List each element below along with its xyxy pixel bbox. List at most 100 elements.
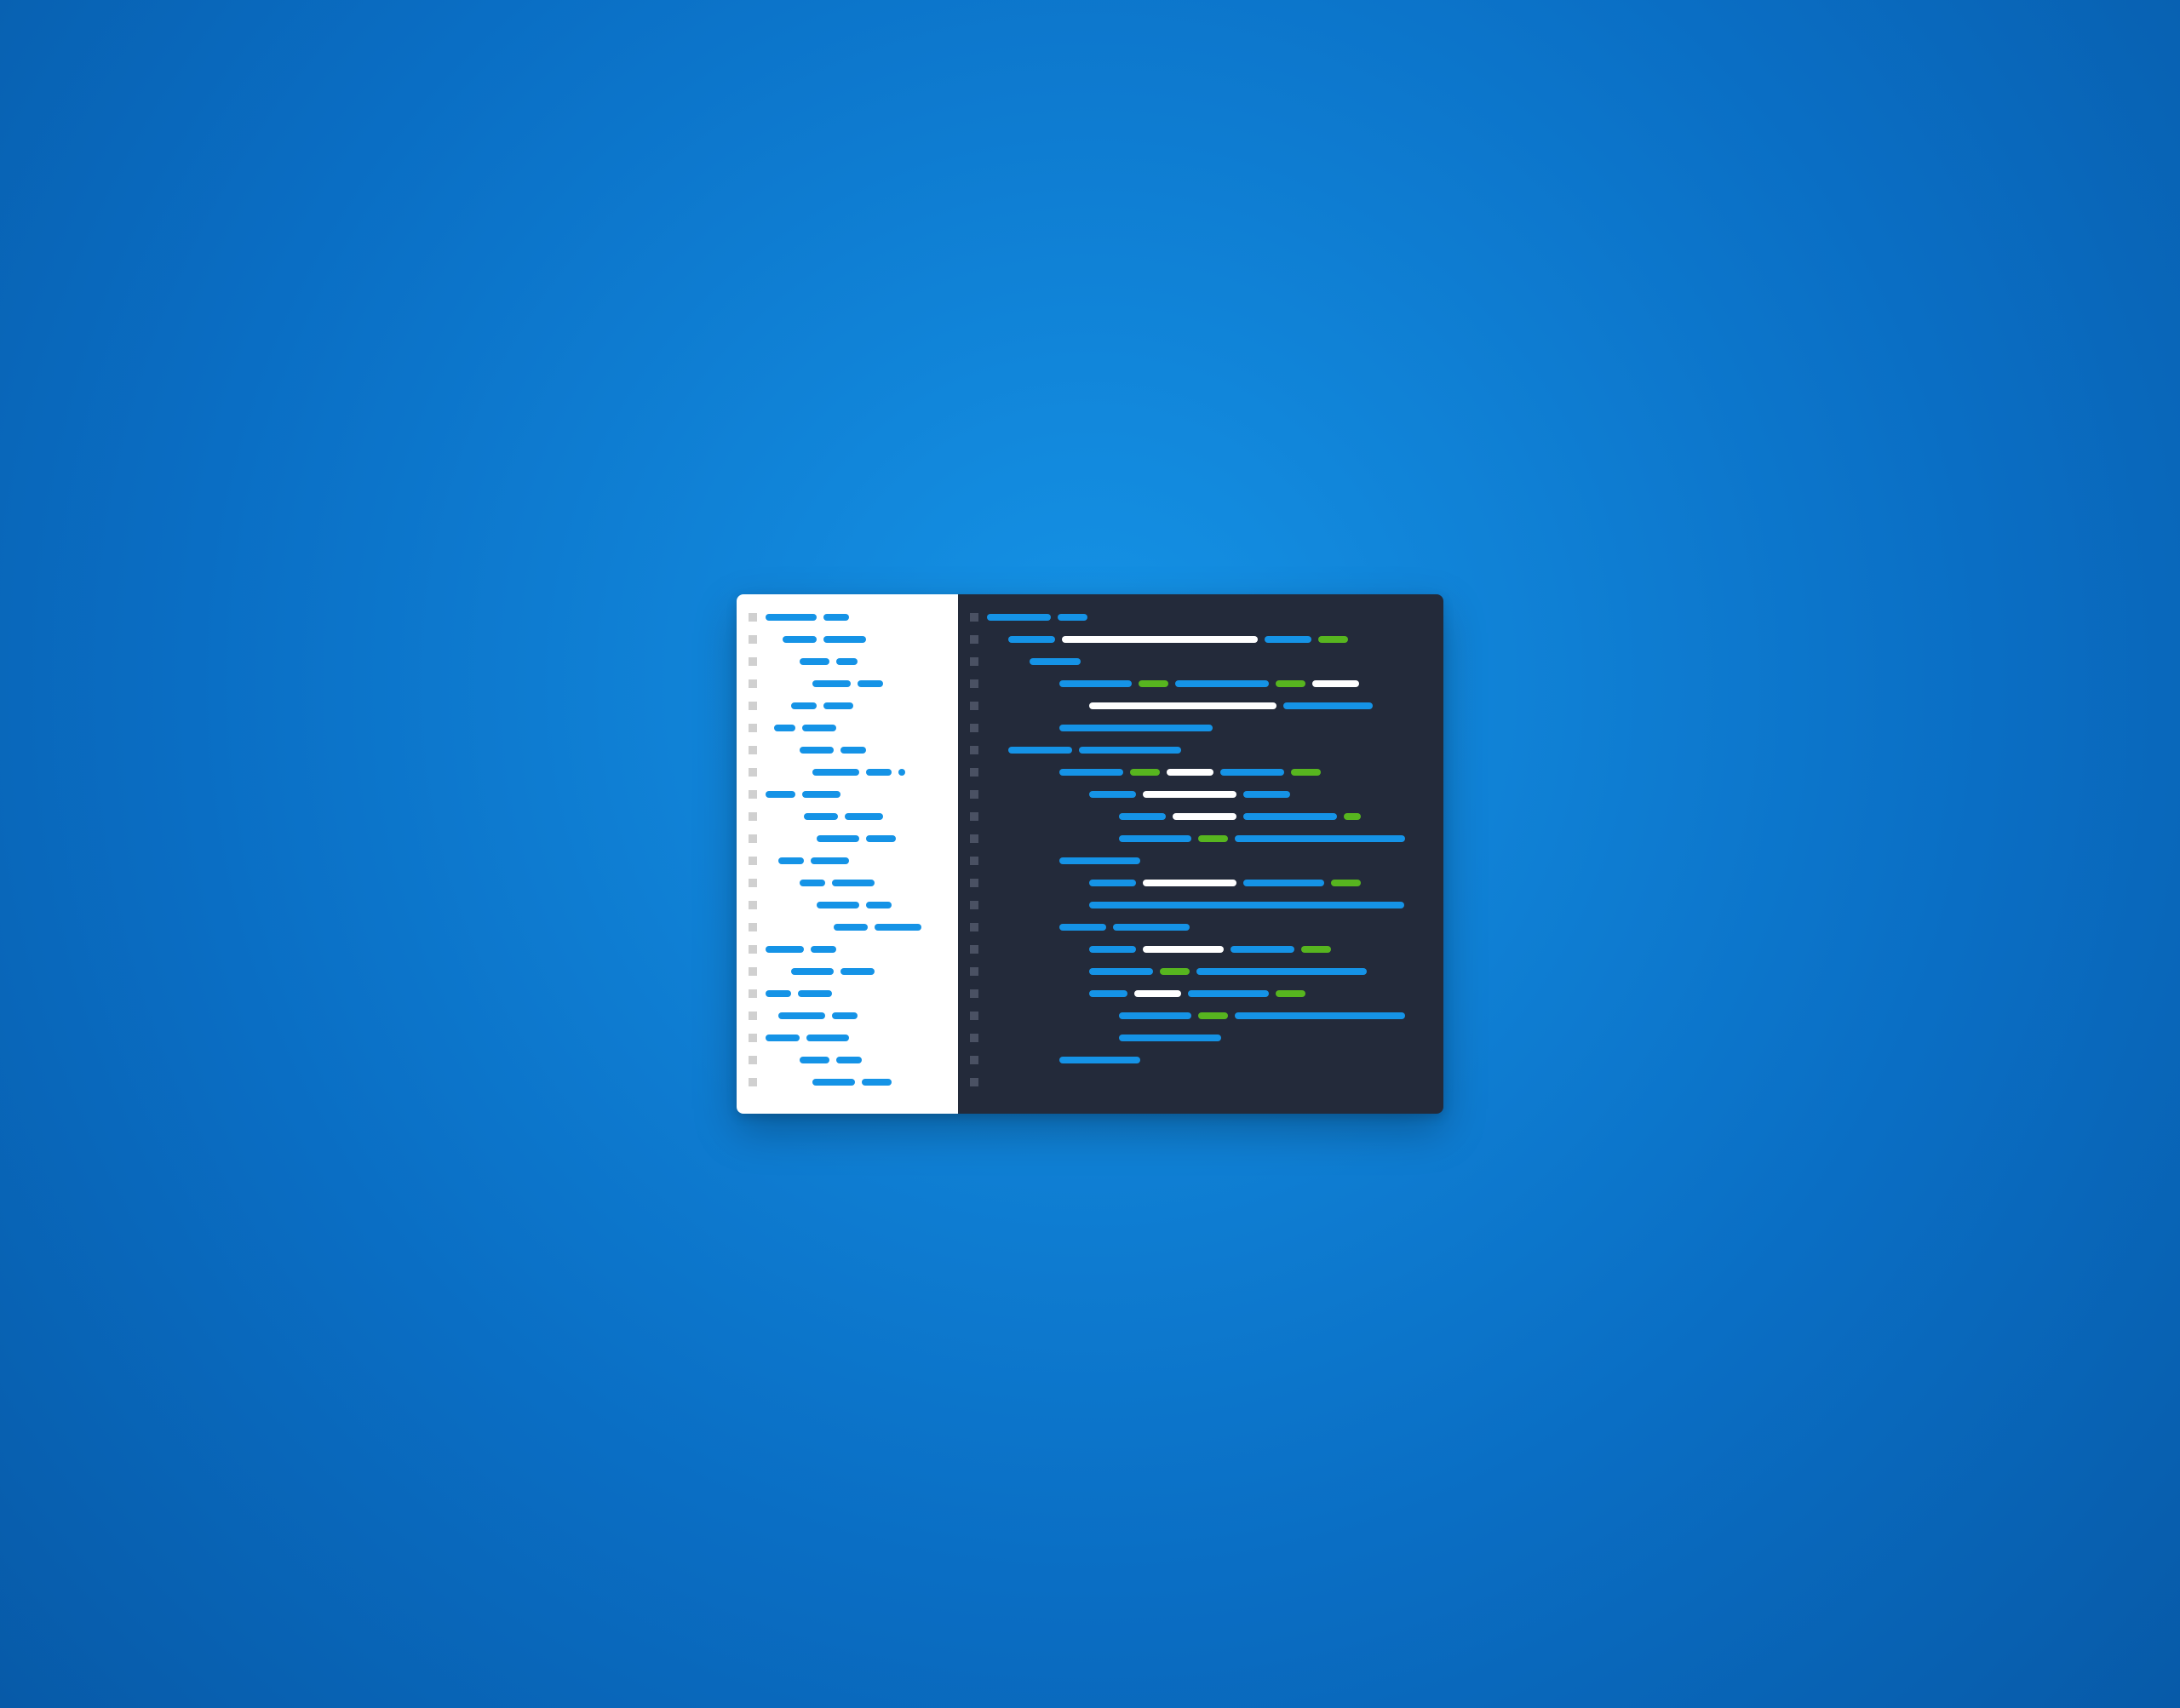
code-token — [840, 747, 866, 754]
code-token — [766, 990, 791, 997]
code-line — [749, 1049, 948, 1071]
code-line — [970, 1005, 1433, 1027]
code-token — [800, 658, 829, 665]
code-token — [840, 968, 875, 975]
code-token — [800, 880, 825, 886]
code-line — [749, 1005, 948, 1027]
code-token — [817, 902, 859, 908]
code-token — [1344, 813, 1361, 820]
code-line — [749, 628, 948, 651]
code-token — [1119, 835, 1191, 842]
line-marker — [749, 613, 757, 622]
code-token — [823, 614, 849, 621]
code-token — [1059, 857, 1140, 864]
code-token — [1008, 747, 1072, 754]
code-line — [970, 916, 1433, 938]
line-marker — [749, 879, 757, 887]
editor-window — [737, 594, 1443, 1114]
code-token — [834, 924, 868, 931]
code-line — [749, 739, 948, 761]
code-line — [749, 850, 948, 872]
code-line — [749, 1027, 948, 1049]
code-line — [970, 739, 1433, 761]
line-marker — [749, 1078, 757, 1086]
code-line — [970, 828, 1433, 850]
code-line — [749, 1071, 948, 1093]
code-token — [766, 1035, 800, 1041]
line-marker — [970, 790, 978, 799]
code-token — [858, 680, 883, 687]
code-line — [749, 673, 948, 695]
code-token — [1301, 946, 1331, 953]
code-line — [749, 717, 948, 739]
code-token — [783, 636, 817, 643]
code-token — [866, 769, 892, 776]
code-token — [1243, 813, 1337, 820]
line-marker — [749, 967, 757, 976]
line-marker — [749, 746, 757, 754]
code-line — [749, 916, 948, 938]
code-token — [766, 946, 804, 953]
line-marker — [749, 702, 757, 710]
code-token — [804, 813, 838, 820]
line-marker — [749, 989, 757, 998]
panel-light — [737, 594, 958, 1114]
line-marker — [970, 901, 978, 909]
code-token — [1134, 990, 1181, 997]
code-token — [1079, 747, 1181, 754]
code-token — [823, 702, 853, 709]
code-token — [832, 1012, 858, 1019]
code-token — [802, 791, 840, 798]
panel-dark — [958, 594, 1443, 1114]
code-token — [836, 1057, 862, 1063]
line-marker — [970, 724, 978, 732]
line-marker — [749, 768, 757, 777]
code-token — [845, 813, 883, 820]
line-marker — [970, 746, 978, 754]
code-line — [749, 960, 948, 983]
line-marker — [749, 923, 757, 931]
code-token — [812, 769, 859, 776]
code-token — [802, 725, 836, 731]
code-token — [806, 1035, 849, 1041]
code-token — [1059, 924, 1106, 931]
line-marker — [970, 1078, 978, 1086]
line-marker — [749, 857, 757, 865]
line-marker — [970, 1056, 978, 1064]
code-token — [812, 1079, 855, 1086]
code-token — [1059, 769, 1123, 776]
code-line — [970, 1071, 1433, 1093]
line-marker — [970, 967, 978, 976]
code-token — [1119, 1035, 1221, 1041]
code-token — [1167, 769, 1213, 776]
code-token — [1283, 702, 1373, 709]
code-line — [970, 717, 1433, 739]
code-line — [749, 695, 948, 717]
line-marker — [970, 834, 978, 843]
code-line — [970, 695, 1433, 717]
code-line — [970, 673, 1433, 695]
code-token — [862, 1079, 892, 1086]
code-token — [1089, 702, 1276, 709]
code-token — [812, 680, 851, 687]
line-marker — [970, 635, 978, 644]
code-token — [836, 658, 858, 665]
code-line — [970, 805, 1433, 828]
code-line — [749, 894, 948, 916]
line-marker — [970, 702, 978, 710]
code-token — [1089, 880, 1136, 886]
code-line — [970, 628, 1433, 651]
code-token — [800, 747, 834, 754]
code-token — [832, 880, 875, 886]
code-token — [1235, 1012, 1405, 1019]
code-line — [749, 872, 948, 894]
code-line — [970, 1027, 1433, 1049]
code-token — [766, 614, 817, 621]
line-marker — [970, 768, 978, 777]
line-marker — [970, 1012, 978, 1020]
code-line — [970, 1049, 1433, 1071]
line-marker — [749, 1056, 757, 1064]
line-marker — [970, 923, 978, 931]
code-line — [970, 872, 1433, 894]
code-line — [970, 651, 1433, 673]
